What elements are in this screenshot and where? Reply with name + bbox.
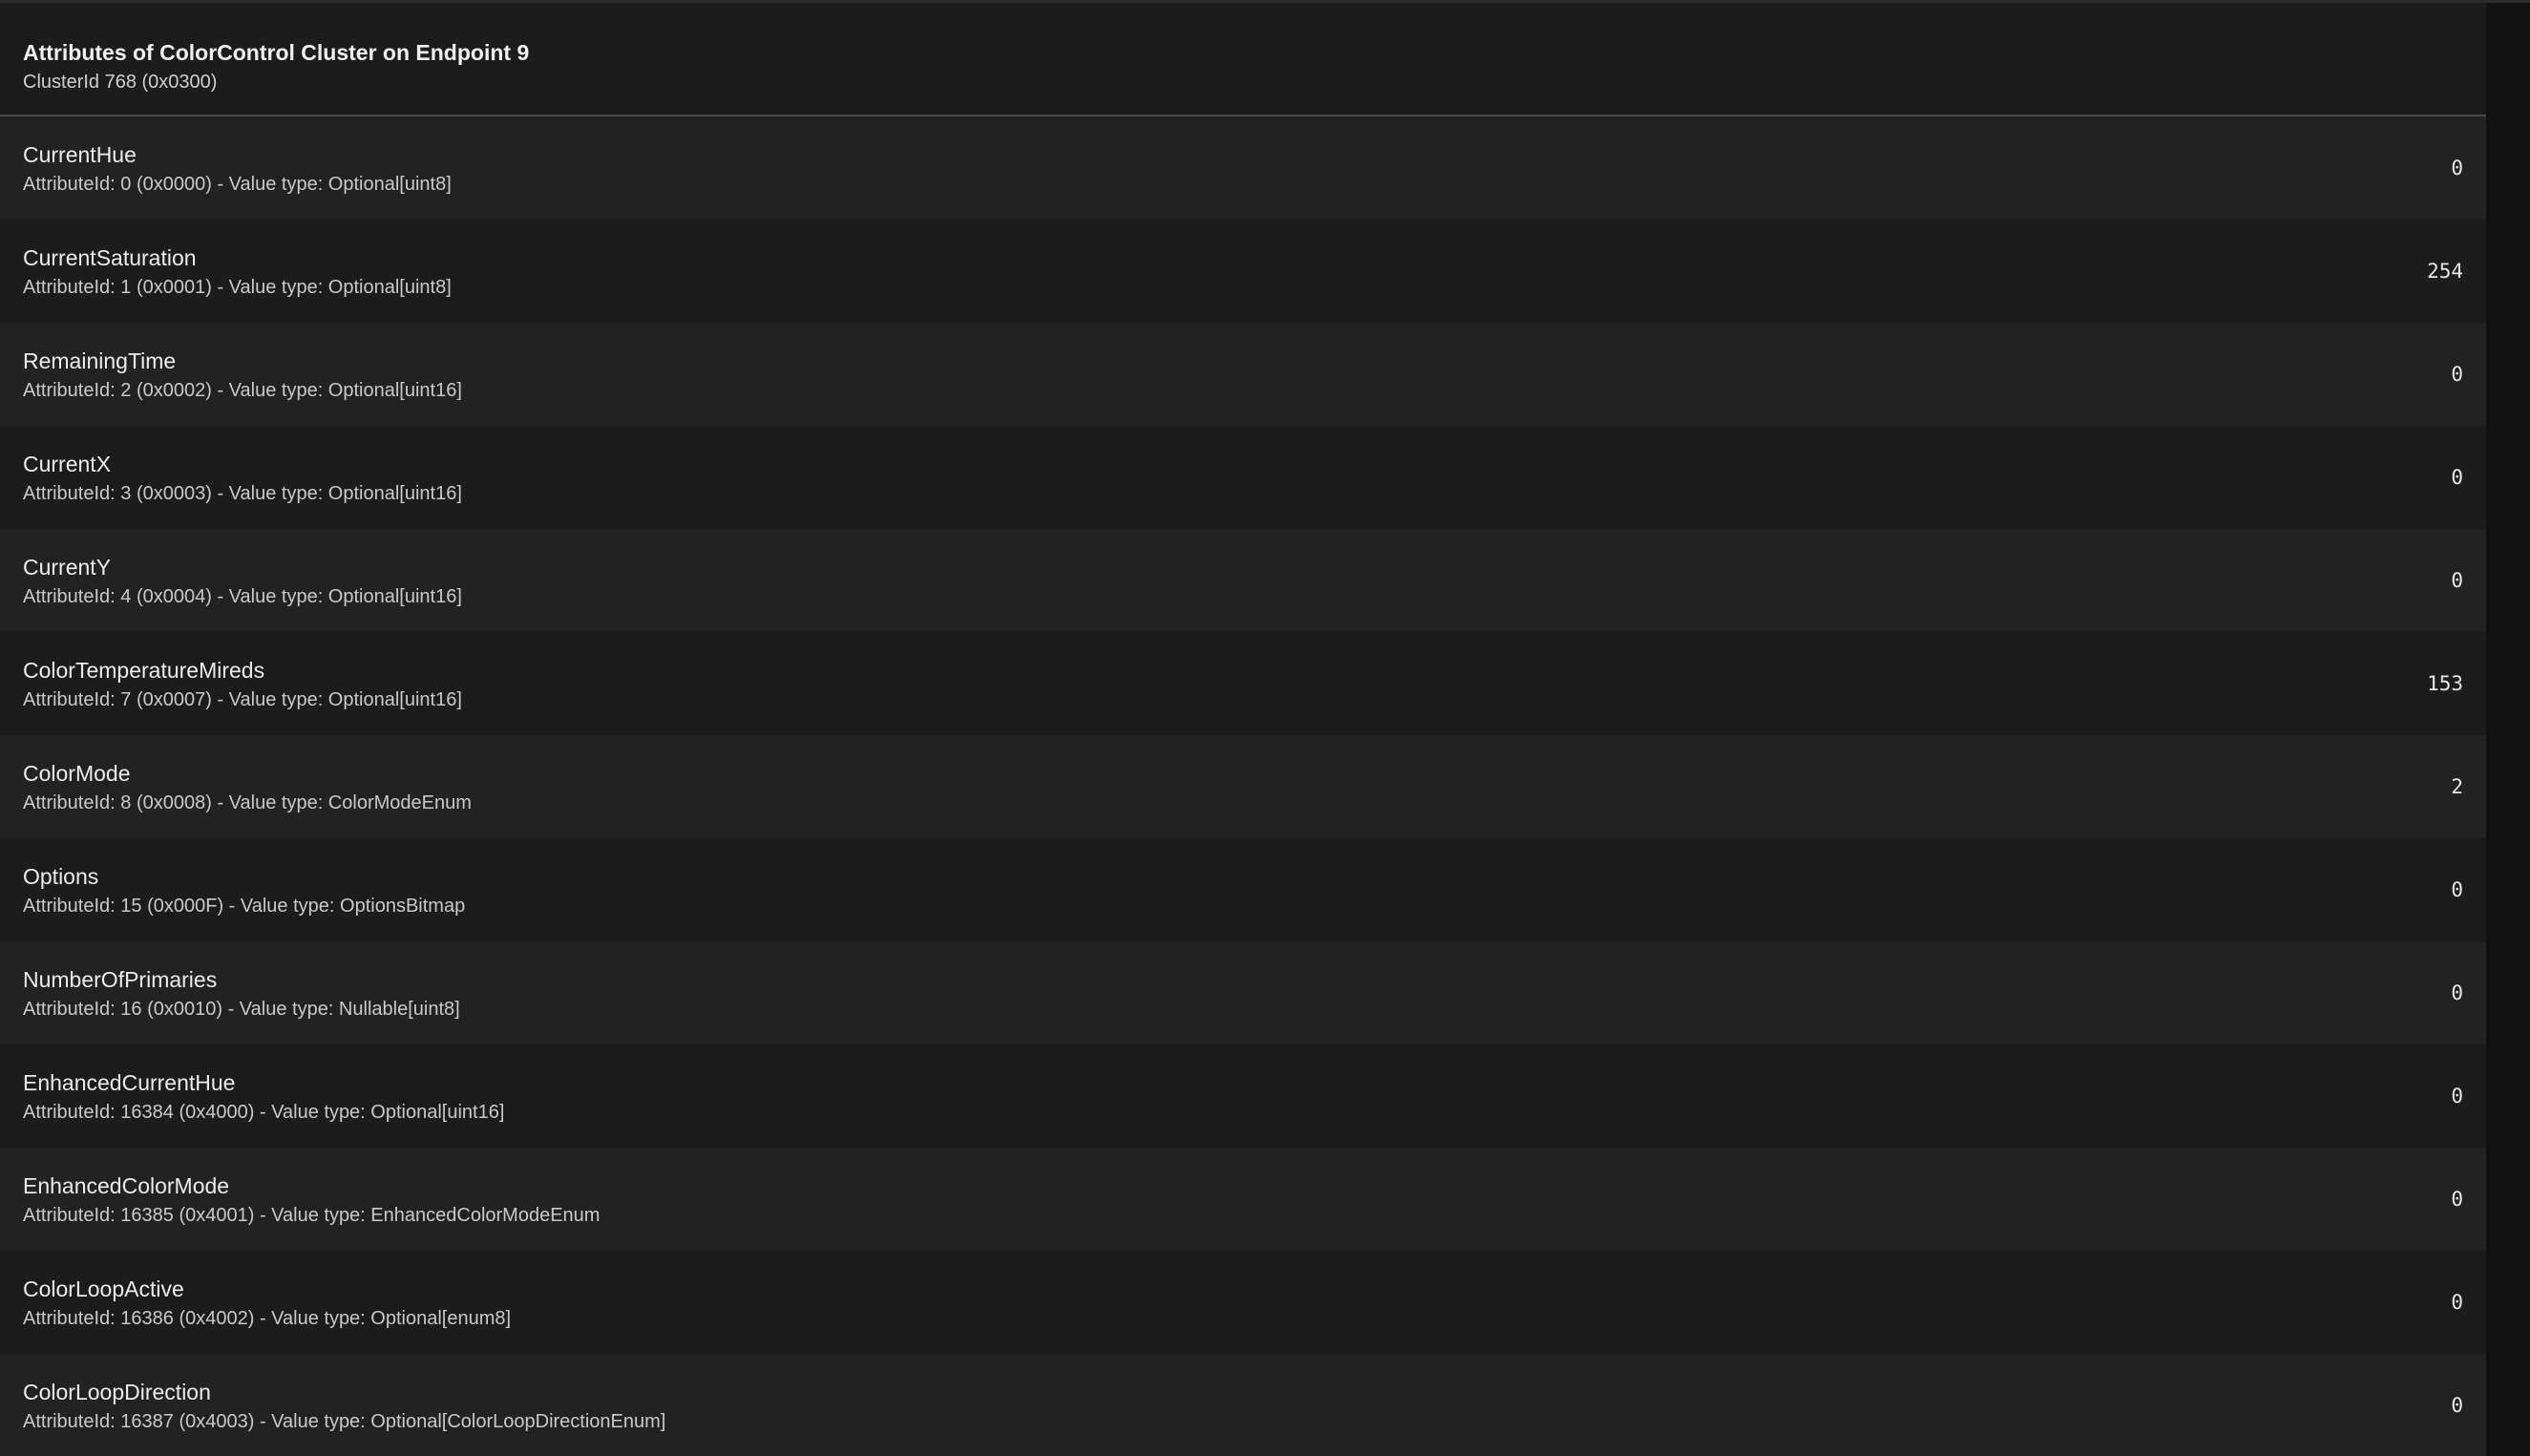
attribute-description: AttributeId: 2 (0x0002) - Value type: Op… <box>23 380 462 401</box>
attribute-row-color-loop-direction[interactable]: ColorLoopDirection AttributeId: 16387 (0… <box>0 1354 2486 1456</box>
attribute-name: CurrentY <box>23 555 112 580</box>
attribute-value: 0 <box>2451 157 2463 179</box>
attribute-value: 0 <box>2451 1291 2463 1314</box>
attribute-description: AttributeId: 7 (0x0007) - Value type: Op… <box>23 689 462 710</box>
attribute-value: 0 <box>2451 363 2463 386</box>
attribute-name: ColorTemperatureMireds <box>23 658 265 683</box>
attribute-row-current-hue[interactable]: CurrentHue AttributeId: 0 (0x0000) - Val… <box>0 116 2486 220</box>
attribute-row-current-saturation[interactable]: CurrentSaturation AttributeId: 1 (0x0001… <box>0 220 2486 323</box>
attribute-row-color-mode[interactable]: ColorMode AttributeId: 8 (0x0008) - Valu… <box>0 735 2486 838</box>
attribute-name: Options <box>23 864 99 889</box>
cluster-header: Attributes of ColorControl Cluster on En… <box>0 3 2486 116</box>
attributes-card: Attributes of ColorControl Cluster on En… <box>0 3 2486 1456</box>
attribute-value: 0 <box>2451 466 2463 489</box>
attribute-description: AttributeId: 1 (0x0001) - Value type: Op… <box>23 277 452 298</box>
attribute-description: AttributeId: 16384 (0x4000) - Value type… <box>23 1102 505 1123</box>
attribute-description: AttributeId: 3 (0x0003) - Value type: Op… <box>23 483 462 504</box>
attribute-name: ColorMode <box>23 761 131 786</box>
attribute-description: AttributeId: 16385 (0x4001) - Value type… <box>23 1205 601 1226</box>
attribute-name: EnhancedCurrentHue <box>23 1070 236 1095</box>
attribute-name: CurrentHue <box>23 142 137 167</box>
attribute-value: 0 <box>2451 1085 2463 1108</box>
cluster-title: Attributes of ColorControl Cluster on En… <box>23 40 530 65</box>
attribute-name: EnhancedColorMode <box>23 1173 230 1198</box>
attribute-value: 153 <box>2427 672 2463 695</box>
attribute-row-color-loop-active[interactable]: ColorLoopActive AttributeId: 16386 (0x40… <box>0 1251 2486 1354</box>
attribute-row-current-x[interactable]: CurrentX AttributeId: 3 (0x0003) - Value… <box>0 426 2486 529</box>
attribute-description: AttributeId: 4 (0x0004) - Value type: Op… <box>23 586 462 607</box>
attribute-row-number-of-primaries[interactable]: NumberOfPrimaries AttributeId: 16 (0x001… <box>0 941 2486 1045</box>
attribute-name: ColorLoopDirection <box>23 1380 211 1404</box>
attribute-row-enhanced-color-mode[interactable]: EnhancedColorMode AttributeId: 16385 (0x… <box>0 1148 2486 1251</box>
attribute-description: AttributeId: 16387 (0x4003) - Value type… <box>23 1411 666 1432</box>
attribute-name: CurrentSaturation <box>23 245 197 270</box>
attribute-row-color-temperature-mireds[interactable]: ColorTemperatureMireds AttributeId: 7 (0… <box>0 632 2486 735</box>
cluster-id: ClusterId 768 (0x0300) <box>23 72 218 93</box>
attribute-value: 0 <box>2451 878 2463 901</box>
attribute-value: 254 <box>2427 260 2463 283</box>
attribute-list: CurrentHue AttributeId: 0 (0x0000) - Val… <box>0 116 2486 1456</box>
attribute-row-enhanced-current-hue[interactable]: EnhancedCurrentHue AttributeId: 16384 (0… <box>0 1045 2486 1148</box>
attribute-description: AttributeId: 16386 (0x4002) - Value type… <box>23 1308 512 1329</box>
attribute-name: ColorLoopActive <box>23 1277 184 1301</box>
attribute-value: 0 <box>2451 1188 2463 1211</box>
attribute-value: 0 <box>2451 981 2463 1004</box>
attribute-row-current-y[interactable]: CurrentY AttributeId: 4 (0x0004) - Value… <box>0 529 2486 632</box>
attribute-description: AttributeId: 0 (0x0000) - Value type: Op… <box>23 174 452 195</box>
attribute-description: AttributeId: 15 (0x000F) - Value type: O… <box>23 896 466 917</box>
attribute-value: 2 <box>2451 775 2463 798</box>
attribute-name: CurrentX <box>23 452 112 476</box>
attribute-value: 0 <box>2451 569 2463 592</box>
attribute-name: NumberOfPrimaries <box>23 967 218 992</box>
attribute-description: AttributeId: 8 (0x0008) - Value type: Co… <box>23 792 472 813</box>
attribute-description: AttributeId: 16 (0x0010) - Value type: N… <box>23 999 460 1020</box>
attribute-name: RemainingTime <box>23 348 177 373</box>
attribute-value: 0 <box>2451 1394 2463 1417</box>
attribute-row-options[interactable]: Options AttributeId: 15 (0x000F) - Value… <box>0 838 2486 941</box>
attribute-row-remaining-time[interactable]: RemainingTime AttributeId: 2 (0x0002) - … <box>0 323 2486 426</box>
